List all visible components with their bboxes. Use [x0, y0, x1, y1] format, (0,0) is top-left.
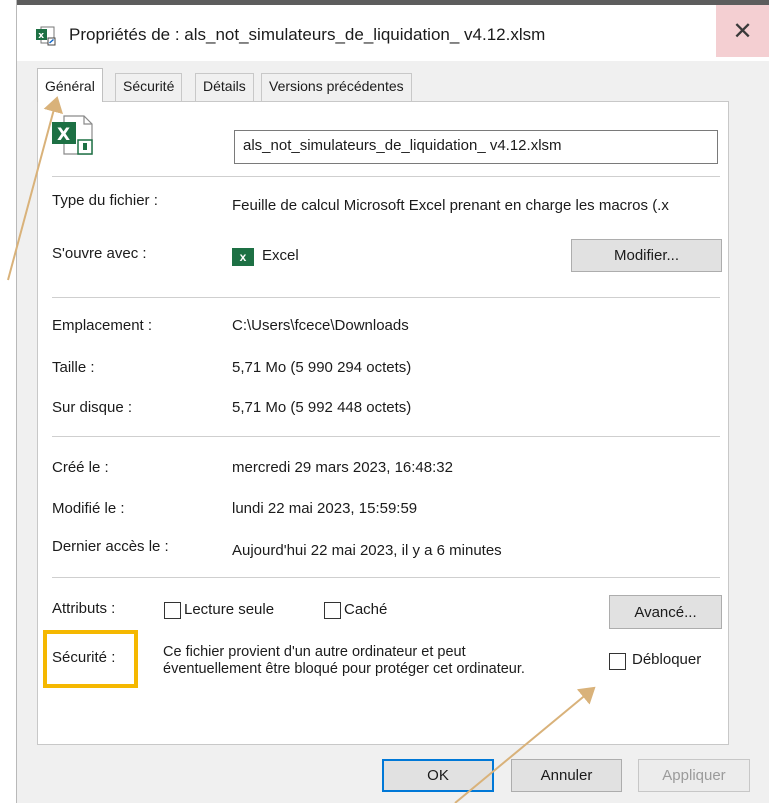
location-value: C:\Users\fcece\Downloads	[232, 317, 409, 334]
size-value: 5,71 Mo (5 990 294 octets)	[232, 359, 412, 376]
tab-previous-versions[interactable]: Versions précédentes	[261, 73, 412, 101]
type-label: Type du fichier :	[52, 192, 158, 209]
separator	[52, 577, 720, 578]
security-message-line1: Ce fichier provient d'un autre ordinateu…	[163, 644, 466, 660]
security-message-line2: éventuellement être bloqué pour protéger…	[163, 661, 525, 677]
unblock-checkbox[interactable]	[609, 653, 626, 670]
advanced-button-label: Avancé...	[634, 603, 697, 621]
security-highlight-box	[43, 630, 138, 688]
excel-file-icon-letter: X	[57, 125, 70, 145]
change-button-label: Modifier...	[613, 247, 680, 264]
modified-label: Modifié le :	[52, 500, 125, 517]
unblock-label: Débloquer	[632, 651, 702, 668]
type-value: Feuille de calcul Microsoft Excel prenan…	[232, 197, 669, 214]
tab-security[interactable]: Sécurité	[115, 73, 183, 101]
opens-with-value: Excel	[262, 247, 299, 264]
cancel-button[interactable]: Annuler	[511, 759, 622, 792]
attributes-label: Attributs :	[52, 600, 116, 617]
tab-details[interactable]: Détails	[195, 73, 254, 101]
filename-value: als_not_simulateurs_de_liquidation_ v4.1…	[243, 137, 562, 154]
modified-value: lundi 22 mai 2023, 15:59:59	[232, 500, 418, 517]
tab-general[interactable]: Général	[37, 68, 103, 102]
separator	[52, 176, 720, 177]
tab-details-label: Détails	[203, 78, 246, 94]
general-panel: X als_not_simulateurs_de_liquidation_ v4…	[37, 101, 729, 745]
created-value: mercredi 29 mars 2023, 16:48:32	[232, 459, 453, 476]
excel-app-icon-letter: x	[239, 250, 247, 264]
tab-previous-versions-label: Versions précédentes	[269, 78, 404, 94]
disk-size-label: Sur disque :	[52, 399, 133, 416]
tab-general-label: Général	[45, 78, 95, 94]
change-button[interactable]: Modifier...	[571, 239, 722, 272]
window-title: Propriétés de : als_not_simulateurs_de_l…	[69, 25, 546, 44]
excel-file-icon: X	[50, 114, 100, 158]
size-label: Taille :	[52, 359, 95, 376]
svg-text:x: x	[38, 31, 44, 41]
close-button[interactable]: ✕	[716, 5, 769, 57]
separator	[52, 436, 720, 437]
cancel-button-label: Annuler	[540, 767, 593, 784]
disk-size-value: 5,71 Mo (5 992 448 octets)	[232, 399, 412, 416]
title-bar: x Propriétés de : als_not_simulateurs_de…	[17, 5, 769, 61]
ok-button-label: OK	[427, 767, 449, 784]
filename-input[interactable]: als_not_simulateurs_de_liquidation_ v4.1…	[234, 130, 718, 164]
location-label: Emplacement :	[52, 317, 153, 334]
accessed-value: Aujourd'hui 22 mai 2023, il y a 6 minute…	[232, 542, 502, 559]
hidden-checkbox[interactable]	[324, 602, 341, 619]
close-icon: ✕	[732, 17, 753, 45]
opens-with-label: S'ouvre avec :	[52, 245, 147, 262]
hidden-label: Caché	[344, 601, 388, 618]
excel-app-icon: x	[232, 248, 254, 266]
created-label: Créé le :	[52, 459, 109, 476]
separator	[52, 297, 720, 298]
apply-button-label: Appliquer	[662, 767, 726, 784]
advanced-button[interactable]: Avancé...	[609, 595, 722, 629]
excel-file-title-icon: x	[35, 26, 57, 46]
accessed-label: Dernier accès le :	[52, 538, 169, 555]
readonly-label: Lecture seule	[184, 601, 275, 618]
readonly-checkbox[interactable]	[164, 602, 181, 619]
apply-button[interactable]: Appliquer	[638, 759, 750, 792]
tab-security-label: Sécurité	[123, 78, 175, 94]
ok-button[interactable]: OK	[382, 759, 494, 792]
